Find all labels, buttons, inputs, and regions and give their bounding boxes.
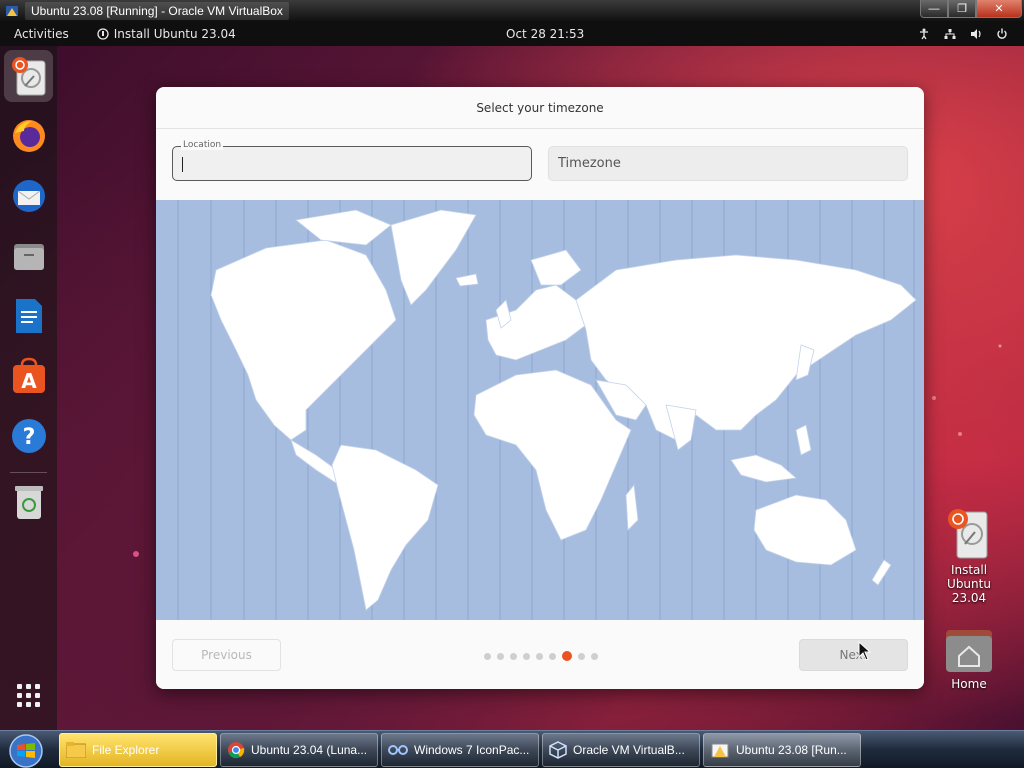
installer-drive-icon <box>11 57 45 96</box>
close-button[interactable]: ✕ <box>976 0 1022 18</box>
activities-button[interactable]: Activities <box>14 27 69 41</box>
desktop-icon-home[interactable]: Home <box>929 626 1009 691</box>
virtualbox-icon <box>6 5 18 16</box>
firefox-icon <box>12 120 45 152</box>
trash-icon <box>14 486 43 519</box>
text-caret <box>182 157 183 172</box>
taskbar-item-label: Windows 7 IconPac... <box>414 743 530 757</box>
step-dot <box>523 652 530 660</box>
minimize-button[interactable]: — <box>920 0 948 18</box>
taskbar-ubuntu-vm[interactable]: Ubuntu 23.08 [Run... <box>703 733 861 767</box>
timezone-placeholder: Timezone <box>558 156 621 171</box>
ubuntu-dock: A ? <box>0 46 57 730</box>
help-icon: ? <box>11 419 46 453</box>
app-menu[interactable]: Install Ubuntu 23.04 <box>97 27 236 41</box>
windows-taskbar: File Explorer Ubuntu 23.04 (Luna... Wind… <box>0 730 1024 768</box>
step-dot <box>497 652 504 660</box>
step-dot <box>578 652 585 660</box>
dock-help[interactable]: ? <box>4 410 53 462</box>
step-dot <box>549 652 556 660</box>
step-dot <box>484 652 491 660</box>
taskbar-file-explorer[interactable]: File Explorer <box>59 733 217 767</box>
virtualbox-title-bar[interactable]: Ubuntu 23.08 [Running] - Oracle VM Virtu… <box>0 0 1024 21</box>
dock-app-center[interactable]: A <box>4 350 53 402</box>
taskbar-chrome[interactable]: Ubuntu 23.04 (Luna... <box>220 733 378 767</box>
taskbar-item-label: Oracle VM VirtualB... <box>573 743 685 757</box>
chrome-icon <box>228 742 245 759</box>
installer-app-icon <box>97 27 109 40</box>
restore-button[interactable]: ❐ <box>948 0 976 18</box>
step-dot <box>510 652 517 660</box>
grid-icon <box>16 684 40 707</box>
app-center-icon: A <box>12 357 45 393</box>
timezone-dialog: Select your timezone Location Timezone P… <box>156 87 924 689</box>
virtualbox-cube-icon <box>549 741 567 759</box>
taskbar-item-label: Ubuntu 23.08 [Run... <box>736 743 847 757</box>
step-dot-current <box>562 651 572 661</box>
glasses-icon <box>388 745 408 755</box>
dock-libreoffice-writer[interactable] <box>4 290 53 342</box>
taskbar-iconpack[interactable]: Windows 7 IconPac... <box>381 733 539 767</box>
windows-start-icon[interactable] <box>6 733 46 768</box>
writer-icon <box>15 299 42 333</box>
accessibility-icon[interactable] <box>918 28 930 40</box>
desktop-icon-label-line1: Install Ubuntu <box>947 563 991 591</box>
dock-firefox[interactable] <box>4 110 53 162</box>
files-icon <box>13 244 44 270</box>
timezone-map[interactable] <box>156 200 924 620</box>
home-folder-icon <box>946 630 992 672</box>
desktop-icon-label: Home <box>951 677 987 691</box>
installer-drive-icon <box>948 509 988 559</box>
dock-thunderbird[interactable] <box>4 170 53 222</box>
taskbar-virtualbox-manager[interactable]: Oracle VM VirtualB... <box>542 733 700 767</box>
thunderbird-icon <box>12 180 45 212</box>
dialog-header: Select your timezone <box>156 87 924 129</box>
dialog-footer: Previous Next <box>156 620 924 689</box>
clock[interactable]: Oct 28 21:53 <box>506 27 584 41</box>
gnome-top-bar: Activities Install Ubuntu 23.04 Oct 28 2… <box>0 21 1024 46</box>
world-map <box>177 200 917 620</box>
window-title: Ubuntu 23.08 [Running] - Oracle VM Virtu… <box>25 1 289 20</box>
step-indicator <box>484 651 598 661</box>
dock-install-ubuntu[interactable] <box>4 50 53 102</box>
power-icon[interactable] <box>996 28 1008 40</box>
network-icon[interactable] <box>944 28 956 40</box>
next-button[interactable]: Next <box>799 639 908 671</box>
previous-button[interactable]: Previous <box>172 639 281 671</box>
step-dot <box>536 652 543 660</box>
dock-trash[interactable] <box>4 476 53 528</box>
folder-icon <box>66 742 86 758</box>
location-label: Location <box>181 140 224 150</box>
virtualbox-vm-icon <box>711 743 729 758</box>
desktop-icon-label-line2: 23.04 <box>951 591 987 605</box>
dialog-title: Select your timezone <box>476 100 604 115</box>
dock-show-apps[interactable] <box>4 670 53 722</box>
svg-text:?: ? <box>22 425 35 450</box>
volume-icon[interactable] <box>970 28 982 40</box>
timezone-field[interactable]: Timezone <box>548 146 908 181</box>
location-input[interactable]: Location <box>172 140 532 181</box>
mouse-cursor-icon <box>858 641 872 661</box>
step-dot <box>591 652 598 660</box>
desktop-icon-install-ubuntu[interactable]: Install Ubuntu 23.04 <box>929 508 1009 605</box>
dock-files[interactable] <box>4 230 53 282</box>
app-menu-label: Install Ubuntu 23.04 <box>113 26 236 41</box>
dock-separator <box>10 472 47 473</box>
taskbar-item-label: Ubuntu 23.04 (Luna... <box>251 743 368 757</box>
svg-text:A: A <box>21 369 37 393</box>
taskbar-item-label: File Explorer <box>92 743 160 757</box>
